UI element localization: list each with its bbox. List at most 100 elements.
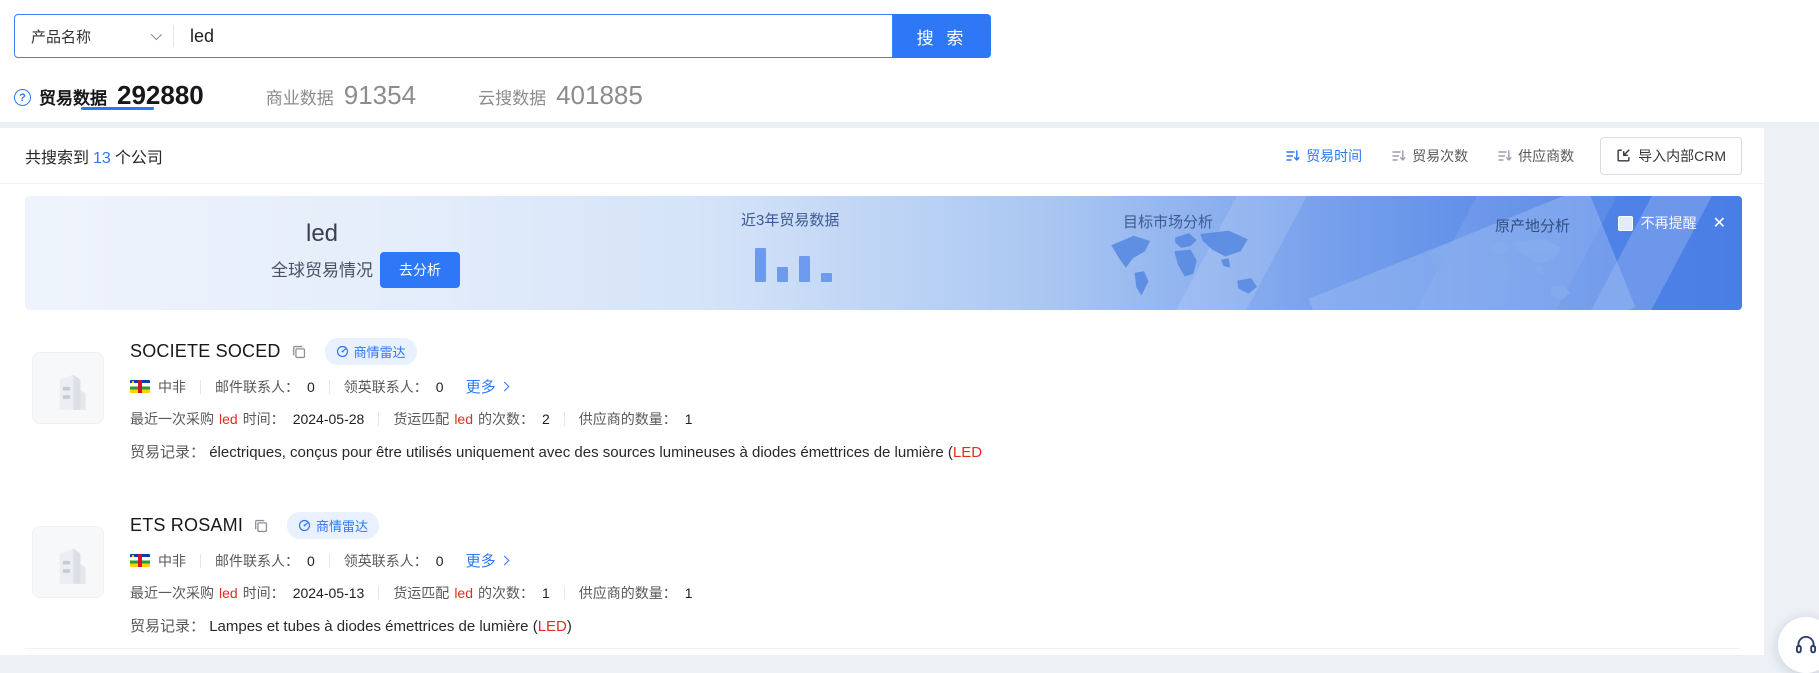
results-toolbar: 共搜索到13个公司 贸易时间 贸易次数 供应商数 导入内部CRM xyxy=(0,128,1764,184)
building-icon xyxy=(43,537,93,587)
copy-icon[interactable] xyxy=(253,518,269,534)
origin-analysis-title: 原产地分析 xyxy=(1495,215,1570,236)
search-button[interactable]: 搜 索 xyxy=(893,14,991,58)
tab-cloud-search-data[interactable]: 云搜数据 401885 xyxy=(478,80,643,111)
chevron-right-icon xyxy=(499,556,509,566)
sort-trade-count[interactable]: 贸易次数 xyxy=(1392,146,1468,166)
supplier-label: 供应商的数量： xyxy=(579,583,677,603)
sort-icon xyxy=(1286,149,1300,163)
freight-count: 1 xyxy=(542,585,550,601)
freight-count: 2 xyxy=(542,411,550,427)
tab-label: 商业数据 xyxy=(266,84,334,109)
header: 产品名称 搜 索 ? 贸易数据 292880 商业数据 91354 云搜数据 4… xyxy=(0,0,1819,122)
active-tab-underline xyxy=(81,107,154,110)
purchase-label: 时间： xyxy=(243,583,285,603)
trade-bar xyxy=(799,256,810,282)
purchase-info-line: 最近一次采购 led 时间： 2024-05-13 货运匹配 led 的次数： … xyxy=(130,583,693,603)
purchase-info-line: 最近一次采购 led 时间： 2024-05-28 货运匹配 led 的次数： … xyxy=(130,409,982,429)
trade-record-label: 贸易记录： xyxy=(130,618,205,635)
search-box: 产品名称 xyxy=(14,14,893,58)
freight-label: 货运匹配 xyxy=(393,583,449,603)
freight-label: 的次数： xyxy=(478,583,534,603)
results-prefix: 共搜索到 xyxy=(25,150,89,167)
more-link[interactable]: 更多 xyxy=(466,376,508,397)
trade-bar xyxy=(755,248,766,282)
trade-chart-title: 近3年贸易数据 xyxy=(741,209,839,230)
sort-trade-time[interactable]: 贸易时间 xyxy=(1286,146,1362,166)
country-name: 中非 xyxy=(158,551,186,571)
business-radar-badge[interactable]: 商情雷达 xyxy=(325,338,417,365)
dismiss-label: 不再提醒 xyxy=(1641,213,1697,233)
copy-icon[interactable] xyxy=(291,344,307,360)
tab-label: 云搜数据 xyxy=(478,84,546,109)
email-contacts-label: 邮件联系人： xyxy=(215,377,299,397)
trade-bars-chart xyxy=(755,248,832,282)
tab-count: 91354 xyxy=(344,80,416,111)
tab-business-data[interactable]: 商业数据 91354 xyxy=(266,80,416,111)
trade-bar xyxy=(821,273,832,282)
freight-label: 的次数： xyxy=(478,409,534,429)
company-name[interactable]: SOCIETE SOCED xyxy=(130,341,281,362)
trade-record-line: 贸易记录： électriques, conçus pour être util… xyxy=(130,441,982,462)
keyword-highlight: led xyxy=(219,585,238,601)
search-bar: 产品名称 搜 索 xyxy=(14,14,991,58)
purchase-date: 2024-05-13 xyxy=(293,585,365,601)
more-label: 更多 xyxy=(466,550,496,571)
dismiss-checkbox[interactable] xyxy=(1618,216,1633,231)
company-info-line: 中非 邮件联系人： 0 领英联系人： 0 更多 xyxy=(130,550,693,571)
trade-record-text: électriques, conçus pour être utilisés u… xyxy=(209,444,953,461)
sort-supplier-count[interactable]: 供应商数 xyxy=(1498,146,1574,166)
tab-label: 贸易数据 xyxy=(39,84,107,109)
analysis-banner: led 全球贸易情况 去分析 近3年贸易数据 目标市场分析 原产地分析 不再提醒… xyxy=(25,196,1742,310)
keyword-highlight: LED xyxy=(953,444,982,461)
trade-record-text: Lampes et tubes à diodes émettrices de l… xyxy=(209,618,538,635)
linkedin-contacts-label: 领英联系人： xyxy=(344,551,428,571)
building-icon xyxy=(43,363,93,413)
company-details: SOCIETE SOCED 商情雷达 中非 邮件联系人： 0 xyxy=(130,338,982,462)
sort-controls: 贸易时间 贸易次数 供应商数 导入内部CRM xyxy=(1256,137,1742,175)
sort-icon xyxy=(1498,149,1512,163)
freight-label: 货运匹配 xyxy=(393,409,449,429)
world-map-graphic xyxy=(1410,236,1590,310)
banner-subtitle: 全球贸易情况 xyxy=(247,256,397,281)
analyze-button[interactable]: 去分析 xyxy=(380,252,460,288)
world-map-graphic xyxy=(1093,228,1278,310)
company-info-line: 中非 邮件联系人： 0 领英联系人： 0 更多 xyxy=(130,376,982,397)
badge-label: 商情雷达 xyxy=(316,516,368,535)
help-icon[interactable]: ? xyxy=(14,89,31,106)
company-row: SOCIETE SOCED 商情雷达 中非 邮件联系人： 0 xyxy=(32,338,1734,462)
keyword-highlight: led xyxy=(454,411,473,427)
results-count: 13 xyxy=(93,150,111,167)
search-type-label: 产品名称 xyxy=(31,26,91,47)
supplier-label: 供应商的数量： xyxy=(579,409,677,429)
purchase-date: 2024-05-28 xyxy=(293,411,365,427)
results-panel: 共搜索到13个公司 贸易时间 贸易次数 供应商数 导入内部CRM xyxy=(0,128,1764,655)
company-name[interactable]: ETS ROSAMI xyxy=(130,515,243,536)
company-details: ETS ROSAMI 商情雷达 中非 邮件联系人： 0 xyxy=(130,512,693,636)
sort-label: 贸易次数 xyxy=(1412,146,1468,166)
trade-record-line: 贸易记录： Lampes et tubes à diodes émettrice… xyxy=(130,615,693,636)
trade-record-text: ) xyxy=(567,618,572,635)
more-link[interactable]: 更多 xyxy=(466,550,508,571)
trade-record-label: 贸易记录： xyxy=(130,444,205,461)
banner-keyword: led xyxy=(247,220,397,248)
search-input[interactable] xyxy=(174,26,892,47)
dismiss-controls: 不再提醒 ✕ xyxy=(1618,213,1726,233)
import-icon xyxy=(1616,148,1631,163)
keyword-highlight: led xyxy=(454,585,473,601)
trade-bar xyxy=(777,267,788,282)
radar-icon xyxy=(336,345,349,358)
import-crm-button[interactable]: 导入内部CRM xyxy=(1600,137,1742,175)
country-flag-icon xyxy=(130,554,150,567)
search-type-select[interactable]: 产品名称 xyxy=(15,15,173,57)
business-radar-badge[interactable]: 商情雷达 xyxy=(287,512,379,539)
country-flag-icon xyxy=(130,380,150,393)
email-contacts-label: 邮件联系人： xyxy=(215,551,299,571)
purchase-label: 最近一次采购 xyxy=(130,583,214,603)
close-icon[interactable]: ✕ xyxy=(1713,213,1726,233)
company-logo-placeholder xyxy=(32,352,104,424)
linkedin-contacts-label: 领英联系人： xyxy=(344,377,428,397)
customer-support-button[interactable] xyxy=(1778,617,1819,673)
import-crm-label: 导入内部CRM xyxy=(1638,146,1726,166)
linkedin-contacts-count: 0 xyxy=(436,379,444,395)
